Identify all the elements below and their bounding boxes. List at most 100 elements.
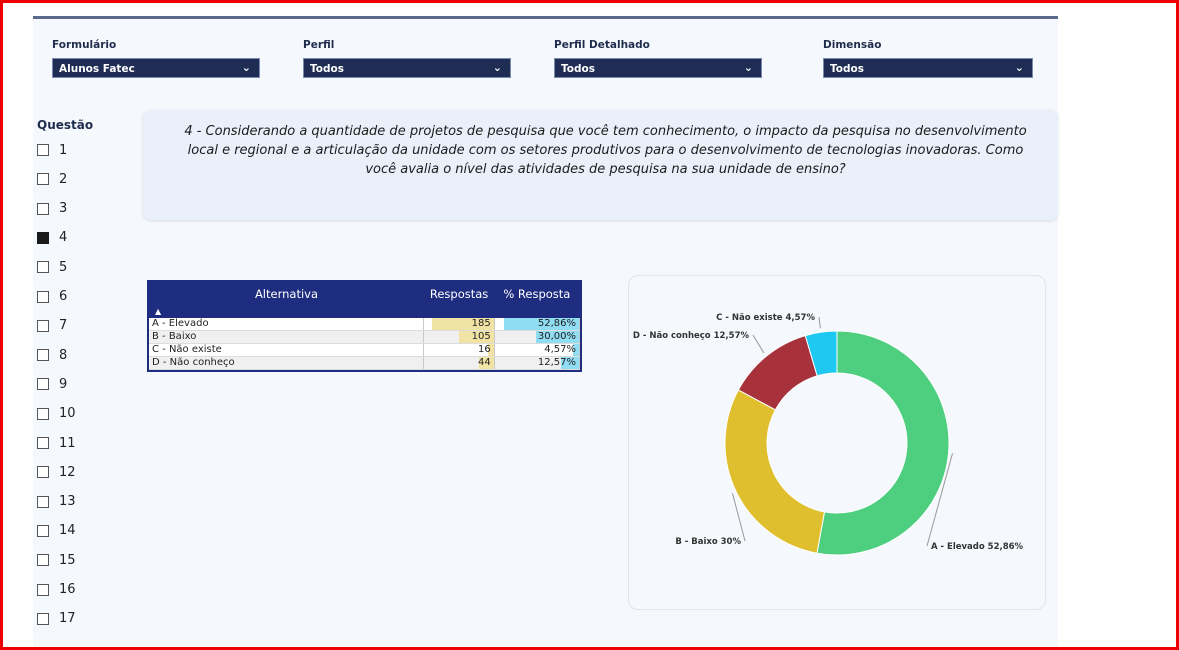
chevron-down-icon: ⌄ [492, 61, 502, 74]
respostas-value: 16 [477, 344, 491, 355]
question-option-14[interactable]: 14 [37, 521, 76, 541]
checkbox[interactable] [37, 173, 49, 186]
cell-respostas: 105 [423, 330, 495, 344]
donut-chart-card: A - Elevado 52,86% B - Baixo 30% D - Não c… [628, 275, 1046, 610]
perfil-detalhado-dropdown[interactable]: Todos ⌄ [554, 58, 762, 78]
question-option-7[interactable]: 7 [37, 316, 67, 336]
perfil-dropdown[interactable]: Todos ⌄ [303, 58, 511, 78]
question-option-12[interactable]: 12 [37, 462, 76, 482]
dimensao-value: Todos [830, 63, 864, 75]
donut-label-text: C - Não existe 4,57% [716, 313, 815, 323]
dimensao-dropdown[interactable]: Todos ⌄ [823, 58, 1033, 78]
question-option-label: 17 [59, 611, 76, 627]
cell-alternativa: D - Não conheço [149, 356, 425, 370]
formulario-label: Formulário [52, 39, 117, 51]
table-row[interactable]: A - Elevado 185 52,86% [149, 318, 581, 331]
pct-value: 4,57% [544, 344, 576, 355]
checkbox[interactable] [37, 407, 49, 420]
cell-pct-resposta: 52,86% [494, 318, 581, 331]
checkbox[interactable] [37, 261, 49, 274]
column-header-respostas[interactable]: Respostas [423, 282, 495, 318]
formulario-dropdown[interactable]: Alunos Fatec ⌄ [52, 58, 260, 78]
question-option-13[interactable]: 13 [37, 492, 76, 512]
donut-slice-1[interactable] [724, 389, 826, 554]
checkbox[interactable] [37, 231, 49, 244]
cell-respostas: 16 [423, 343, 495, 357]
checkbox[interactable] [37, 437, 49, 449]
question-option-label: 16 [59, 582, 76, 597]
cell-alternativa: A - Elevado [149, 318, 425, 331]
cell-pct-resposta: 12,57% [494, 356, 581, 370]
respostas-value: 105 [471, 331, 491, 342]
cell-alternativa: C - Não existe [149, 343, 425, 357]
perfil-detalhado-slicer: Perfil Detalhado Todos ⌄ [554, 38, 762, 78]
checkbox[interactable] [37, 524, 49, 537]
checkbox[interactable] [37, 319, 49, 332]
question-option-11[interactable]: 11 [37, 433, 76, 453]
column-header-pct-resposta[interactable]: % Resposta [494, 282, 580, 318]
checkbox[interactable] [37, 495, 49, 508]
checkbox[interactable] [37, 202, 49, 215]
question-option-9[interactable]: 9 [37, 374, 67, 394]
checkbox[interactable] [37, 144, 49, 156]
pct-value: 52,86% [537, 318, 576, 329]
table-row[interactable]: B - Baixo 105 30,00% [149, 330, 581, 344]
table-row[interactable]: D - Não conheço 44 12,57% [149, 356, 581, 370]
question-option-10[interactable]: 10 [37, 404, 76, 424]
question-option-17[interactable]: 17 [37, 609, 76, 629]
checkbox[interactable] [37, 612, 49, 625]
question-option-1[interactable]: 1 [37, 140, 67, 160]
checkbox[interactable] [37, 378, 49, 391]
formulario-slicer: Formulário Alunos Fatec ⌄ [52, 38, 260, 78]
question-option-5[interactable]: 5 [37, 257, 67, 277]
checkbox[interactable] [37, 466, 49, 479]
questao-title: Questão [37, 118, 94, 132]
checkbox[interactable] [37, 290, 49, 303]
checkbox[interactable] [37, 554, 49, 567]
donut-label-text: D - Não conheço 12,57% [633, 331, 750, 341]
question-option-label: 4 [59, 230, 68, 246]
checkbox[interactable] [37, 583, 49, 596]
question-option-4[interactable]: 4 [37, 228, 67, 248]
answers-table: Alternativa ▲ Respostas % Resposta A - E… [147, 280, 582, 372]
question-option-8[interactable]: 8 [37, 345, 67, 365]
question-option-16[interactable]: 16 [37, 580, 76, 600]
cell-pct-resposta: 4,57% [494, 343, 581, 357]
respostas-value: 185 [471, 318, 491, 329]
sort-ascending-icon: ▲ [155, 307, 162, 316]
column-header-alternativa[interactable]: Alternativa ▲ [149, 282, 424, 318]
top-divider [33, 16, 1058, 19]
cell-respostas: 185 [423, 318, 495, 331]
question-option-label: 9 [59, 376, 68, 392]
question-text: 4 - Considerando a quantidade de projeto… [184, 124, 1027, 177]
question-option-3[interactable]: 3 [37, 199, 67, 219]
cell-pct-resposta: 30,00% [494, 330, 581, 344]
chevron-down-icon: ⌄ [241, 61, 251, 74]
chevron-down-icon: ⌄ [1014, 61, 1024, 74]
question-option-6[interactable]: 6 [37, 287, 67, 307]
question-option-label: 2 [59, 171, 68, 187]
perfil-slicer: Perfil Todos ⌄ [303, 38, 511, 78]
perfil-value: Todos [310, 63, 344, 75]
perfil-detalhado-value: Todos [561, 63, 595, 75]
question-option-label: 7 [59, 318, 68, 334]
table-row[interactable]: C - Não existe 16 4,57% [149, 343, 581, 357]
respostas-value: 44 [477, 357, 491, 368]
column-header-label: Alternativa [254, 287, 319, 301]
question-option-label: 13 [59, 494, 76, 510]
question-card: 4 - Considerando a quantidade de projeto… [143, 110, 1058, 220]
perfil-detalhado-label: Perfil Detalhado [554, 39, 650, 51]
donut-label-text: B - Baixo 30% [675, 537, 741, 547]
chevron-down-icon: ⌄ [743, 61, 753, 74]
leader-line [752, 334, 765, 354]
question-option-2[interactable]: 2 [37, 169, 67, 189]
donut-chart: A - Elevado 52,86% B - Baixo 30% D - Não c… [633, 313, 1024, 556]
donut-label-1: B - Baixo 30% [675, 493, 746, 547]
question-option-label: 6 [59, 289, 68, 304]
dimensao-slicer: Dimensão Todos ⌄ [823, 38, 1033, 78]
question-option-15[interactable]: 15 [37, 550, 76, 570]
checkbox[interactable] [37, 349, 49, 362]
pct-value: 12,57% [537, 357, 576, 368]
question-option-label: 10 [59, 406, 76, 422]
cell-respostas: 44 [423, 356, 495, 370]
